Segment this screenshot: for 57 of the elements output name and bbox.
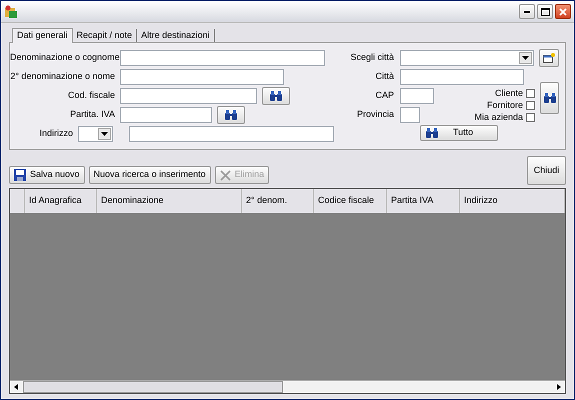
maximize-button[interactable] xyxy=(537,4,553,19)
column-header[interactable]: Id Anagrafica xyxy=(25,189,97,213)
text-field[interactable] xyxy=(120,50,325,66)
column-header[interactable]: Denominazione xyxy=(97,189,242,213)
tab[interactable]: Dati generali xyxy=(12,28,73,43)
toolbar-button[interactable]: Nuova ricerca o inserimento xyxy=(88,166,211,184)
maximize-icon xyxy=(540,8,550,16)
checkbox[interactable] xyxy=(526,113,535,122)
close-window-button[interactable]: Chiudi xyxy=(527,156,566,185)
checkbox[interactable] xyxy=(526,89,535,98)
scrollbar-thumb[interactable] xyxy=(23,381,283,393)
dropdown-field[interactable] xyxy=(78,126,113,142)
dropdown-field[interactable] xyxy=(400,50,534,66)
minimize-icon xyxy=(524,10,530,12)
field-label: Indirizzo xyxy=(38,127,74,140)
binoculars-icon xyxy=(425,128,439,138)
field-label: Cod. fiscale xyxy=(66,89,116,102)
checkbox-label: Cliente xyxy=(494,86,523,100)
search-button[interactable] xyxy=(262,87,290,105)
horizontal-scrollbar[interactable] xyxy=(10,380,565,393)
minimize-button[interactable] xyxy=(519,4,535,19)
field-label: Provincia xyxy=(356,108,395,122)
column-header[interactable]: 2° denom. xyxy=(242,189,314,213)
close-icon xyxy=(220,170,231,180)
binoculars-icon xyxy=(224,110,238,120)
text-field[interactable] xyxy=(120,107,212,123)
show-all-button[interactable]: Tutto xyxy=(420,125,498,141)
text-field[interactable] xyxy=(400,88,434,104)
checkbox[interactable] xyxy=(526,101,535,110)
text-field[interactable] xyxy=(120,88,257,104)
column-header[interactable]: Partita IVA xyxy=(387,189,460,213)
checkbox-label: Mia azienda xyxy=(474,110,523,124)
app-icon xyxy=(4,4,18,18)
field-label: Partita. IVA xyxy=(69,108,116,122)
text-field[interactable] xyxy=(129,126,334,142)
field-label: Città xyxy=(374,70,395,84)
field-label: 2° denominazione o nome xyxy=(10,70,116,84)
column-header[interactable]: Indirizzo xyxy=(460,189,565,213)
text-field[interactable] xyxy=(400,69,524,85)
checkbox-label: Fornitore xyxy=(486,98,523,112)
close-button[interactable] xyxy=(555,4,571,19)
binoculars-icon xyxy=(542,93,556,103)
field-label: Denominazione o cognome xyxy=(10,51,120,64)
new-item-button[interactable] xyxy=(539,49,559,67)
toolbar-button[interactable]: Salva nuovo xyxy=(9,166,85,184)
column-header[interactable]: Codice fiscale xyxy=(314,189,387,213)
dropdown-arrow-icon xyxy=(522,56,529,60)
field-label: CAP xyxy=(374,89,395,102)
field-label: Scegli città xyxy=(350,51,395,64)
search-button[interactable] xyxy=(217,106,245,124)
window-icon xyxy=(543,53,555,63)
dropdown-arrow-icon xyxy=(101,132,108,136)
search-button[interactable] xyxy=(540,82,559,114)
text-field[interactable] xyxy=(120,69,284,85)
close-icon xyxy=(559,8,567,16)
text-field[interactable] xyxy=(400,107,420,123)
binoculars-icon xyxy=(269,91,283,101)
